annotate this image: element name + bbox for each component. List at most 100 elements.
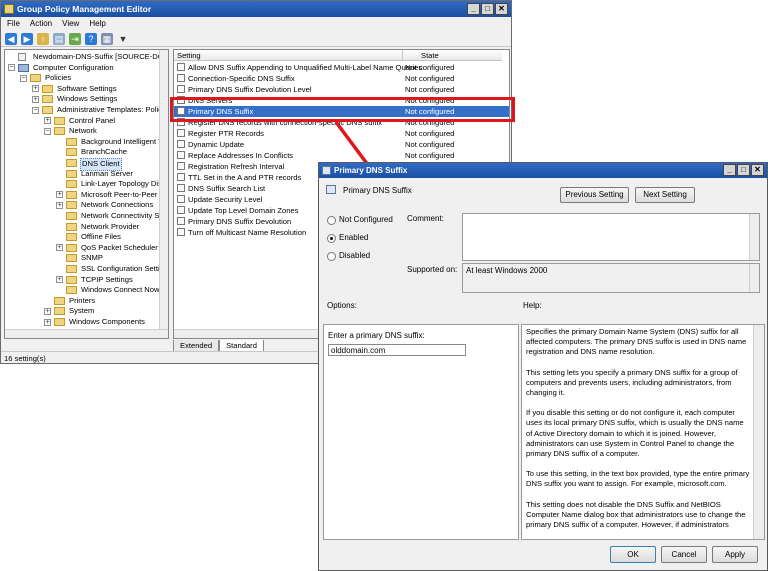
expand-icon[interactable]: +: [44, 117, 51, 125]
folder-icon: [66, 265, 77, 273]
expand-icon[interactable]: +: [44, 307, 51, 315]
expand-icon[interactable]: +: [44, 318, 51, 326]
folder-icon: [54, 116, 65, 125]
policy-setting-icon: [177, 151, 185, 159]
expand-icon[interactable]: +: [56, 201, 63, 209]
policy-row[interactable]: Register PTR Records Not configured: [174, 128, 509, 139]
expand-icon[interactable]: +: [56, 276, 63, 284]
folder-icon: [54, 127, 65, 136]
up-folder-icon[interactable]: ↑: [37, 32, 49, 45]
radio-enabled[interactable]: Enabled: [327, 233, 368, 243]
close-icon[interactable]: ✕: [495, 3, 508, 15]
policy-setting-icon: [177, 217, 185, 225]
filter-icon[interactable]: ▼: [117, 33, 129, 45]
tree-item-label: Offline Files: [81, 232, 121, 242]
policy-state: Not configured: [405, 63, 455, 72]
collapse-icon[interactable]: −: [20, 74, 27, 82]
comment-scrollbar[interactable]: [749, 214, 759, 260]
policy-name: TTL Set in the A and PTR records: [188, 173, 302, 182]
policy-name: Connection-Specific DNS Suffix: [188, 74, 295, 83]
expand-icon[interactable]: +: [56, 191, 63, 199]
folder-icon: [66, 254, 77, 263]
menubar: File Action View Help: [1, 17, 511, 31]
policy-state: Not configured: [405, 85, 455, 94]
next-setting-button[interactable]: Next Setting: [635, 187, 695, 203]
folder-icon: [54, 318, 65, 326]
tree-item-label: Preferences: [44, 338, 87, 339]
menu-action[interactable]: Action: [30, 17, 52, 31]
tree-vertical-scrollbar[interactable]: [159, 50, 168, 330]
expand-icon[interactable]: +: [56, 244, 63, 252]
radio-not-configured[interactable]: Not Configured: [327, 215, 393, 225]
cancel-button[interactable]: Cancel: [661, 546, 707, 563]
maximize-icon[interactable]: □: [481, 3, 494, 15]
policy-state: Not configured: [405, 140, 455, 149]
menu-help[interactable]: Help: [89, 17, 105, 31]
policy-setting-icon: [177, 74, 185, 82]
folder-icon: [66, 137, 77, 146]
collapse-icon[interactable]: −: [44, 127, 51, 135]
tree-item-label: Control Panel: [69, 115, 116, 125]
policy-setting-icon: [177, 140, 185, 148]
tree-item-label: Network Connectivity Sta: [81, 211, 166, 220]
menu-view[interactable]: View: [62, 17, 79, 31]
tree-item-label: Windows Connect Now: [81, 285, 160, 295]
forward-arrow-icon[interactable]: ▶: [21, 32, 33, 45]
policy-row[interactable]: Dynamic Update Not configured: [174, 139, 509, 150]
supported-scrollbar[interactable]: [749, 264, 759, 292]
folder-icon: [66, 222, 77, 231]
radio-disabled[interactable]: Disabled: [327, 251, 370, 261]
tree-horizontal-scrollbar[interactable]: [5, 329, 168, 338]
collapse-icon[interactable]: −: [32, 106, 39, 114]
show-hide-tree-icon[interactable]: ▤: [53, 32, 65, 45]
policy-name: Register PTR Records: [188, 129, 264, 138]
previous-setting-button[interactable]: Previous Setting: [560, 187, 629, 203]
policy-name: Allow DNS Suffix Appending to Unqualifie…: [188, 63, 423, 72]
policy-row[interactable]: Allow DNS Suffix Appending to Unqualifie…: [174, 62, 509, 73]
policy-name: Turn off Multicast Name Resolution: [188, 228, 307, 237]
policy-row[interactable]: Replace Addresses In Conflicts Not config…: [174, 150, 509, 161]
menu-file[interactable]: File: [7, 17, 20, 31]
policy-setting-icon: [177, 173, 185, 181]
policy-row[interactable]: Primary DNS Suffix Devolution Level Not c…: [174, 84, 509, 95]
supported-on-value: At least Windows 2000: [466, 266, 548, 275]
back-arrow-icon[interactable]: ◀: [5, 32, 17, 45]
tree-item-label: Microsoft Peer-to-Peer Ne: [81, 189, 169, 199]
folder-icon: [66, 243, 77, 252]
tree-item-label: SSL Configuration Setting: [81, 264, 169, 273]
tree-item-label: QoS Packet Scheduler: [81, 242, 158, 252]
tree-item-label: Newdomain-DNS-Suffix [SOURCE-DC.OLDDO: [33, 52, 168, 61]
tree-item-label: Background Intelligent Tr: [81, 136, 166, 146]
expand-icon[interactable]: +: [32, 85, 39, 93]
policy-name: Update Security Level: [188, 195, 263, 204]
policy-setting-icon: [177, 63, 185, 71]
option-prompt: Enter a primary DNS suffix:: [328, 331, 425, 340]
dialog-minimize-icon[interactable]: _: [723, 164, 736, 176]
policy-setting-icon: [177, 228, 185, 236]
policy-setting-icon: [177, 206, 185, 214]
policy-row[interactable]: Connection-Specific DNS Suffix Not config…: [174, 73, 509, 84]
dialog-close-icon[interactable]: ✕: [751, 164, 764, 176]
export-list-icon[interactable]: ⇥: [69, 32, 81, 45]
minimize-icon[interactable]: _: [467, 3, 480, 15]
dialog-maximize-icon[interactable]: □: [737, 164, 750, 176]
tree-item-label: Network: [69, 126, 97, 136]
help-paragraph: If you disable this setting or do not co…: [526, 408, 744, 459]
primary-dns-suffix-input[interactable]: [328, 344, 466, 356]
help-scrollbar[interactable]: [753, 325, 764, 539]
column-header-state[interactable]: State: [402, 50, 502, 61]
help-paragraph: This setting does not disable the DNS Su…: [526, 499, 746, 530]
comment-textarea[interactable]: [462, 213, 760, 261]
policy-name: Dynamic Update: [188, 140, 245, 149]
policy-setting-icon: [177, 184, 185, 192]
help-paragraph: To use this setting, in the text box pro…: [526, 469, 750, 489]
folder-icon: [54, 296, 65, 305]
properties-icon[interactable]: ▦: [101, 32, 113, 45]
expand-icon[interactable]: +: [32, 95, 39, 103]
help-icon[interactable]: ?: [85, 32, 97, 45]
policy-name: Primary DNS Suffix Devolution Level: [188, 85, 312, 94]
column-header-setting[interactable]: Setting: [174, 50, 402, 61]
apply-button[interactable]: Apply: [712, 546, 758, 563]
ok-button[interactable]: OK: [610, 546, 656, 563]
collapse-icon[interactable]: −: [8, 64, 15, 72]
